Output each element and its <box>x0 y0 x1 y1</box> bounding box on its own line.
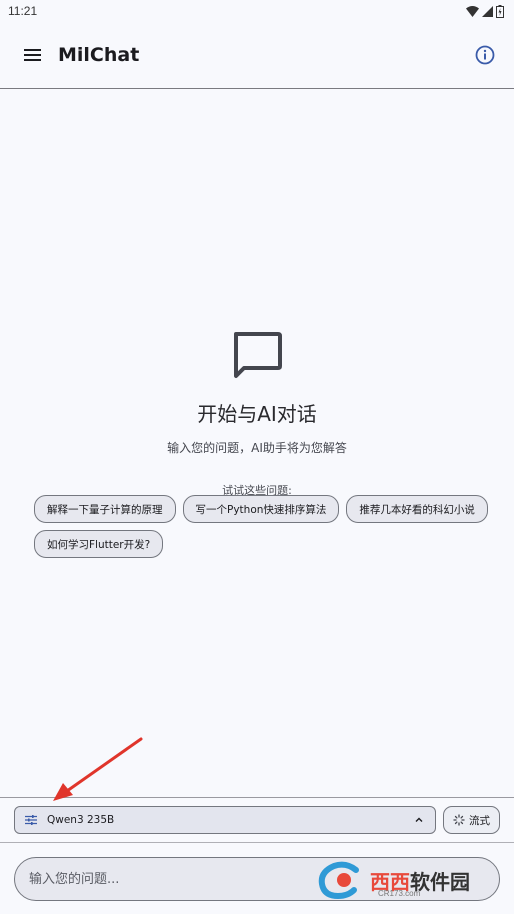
signal-icon <box>482 5 493 17</box>
chevron-up-icon <box>415 817 423 822</box>
suggestion-chips: 解释一下量子计算的原理 写一个Python快速排序算法 推荐几本好看的科幻小说 … <box>34 495 494 558</box>
suggestion-chip[interactable]: 解释一下量子计算的原理 <box>34 495 176 523</box>
wifi-icon <box>466 5 479 17</box>
suggestion-chip[interactable]: 推荐几本好看的科幻小说 <box>346 495 488 523</box>
status-bar: 11:21 <box>0 0 514 22</box>
status-time: 11:21 <box>8 4 38 18</box>
divider <box>0 842 514 843</box>
menu-icon[interactable] <box>24 45 44 65</box>
empty-state-title: 开始与AI对话 <box>197 402 317 426</box>
battery-icon <box>496 4 504 18</box>
chat-bubble-icon <box>234 332 282 378</box>
annotation-arrow <box>53 737 143 801</box>
stream-icon <box>453 814 465 826</box>
stream-toggle-button[interactable]: 流式 <box>443 806 500 834</box>
model-selector[interactable]: Qwen3 235B <box>14 806 436 834</box>
divider <box>0 797 514 798</box>
model-row: Qwen3 235B 流式 <box>14 806 500 834</box>
app-title: MilChat <box>58 44 140 66</box>
empty-state: 开始与AI对话 输入您的问题，AI助手将为您解答 试试这些问题: <box>0 330 514 498</box>
suggestion-chip[interactable]: 写一个Python快速排序算法 <box>182 495 340 523</box>
info-icon[interactable] <box>474 44 496 66</box>
status-icons <box>466 4 504 18</box>
app-bar: MilChat <box>0 22 514 89</box>
tune-icon <box>25 815 37 825</box>
model-name: Qwen3 235B <box>47 814 115 826</box>
empty-state-subtitle: 输入您的问题，AI助手将为您解答 <box>167 441 347 455</box>
suggestion-chip[interactable]: 如何学习Flutter开发? <box>34 530 164 558</box>
stream-button-label: 流式 <box>469 814 490 827</box>
chat-input[interactable] <box>14 857 500 901</box>
